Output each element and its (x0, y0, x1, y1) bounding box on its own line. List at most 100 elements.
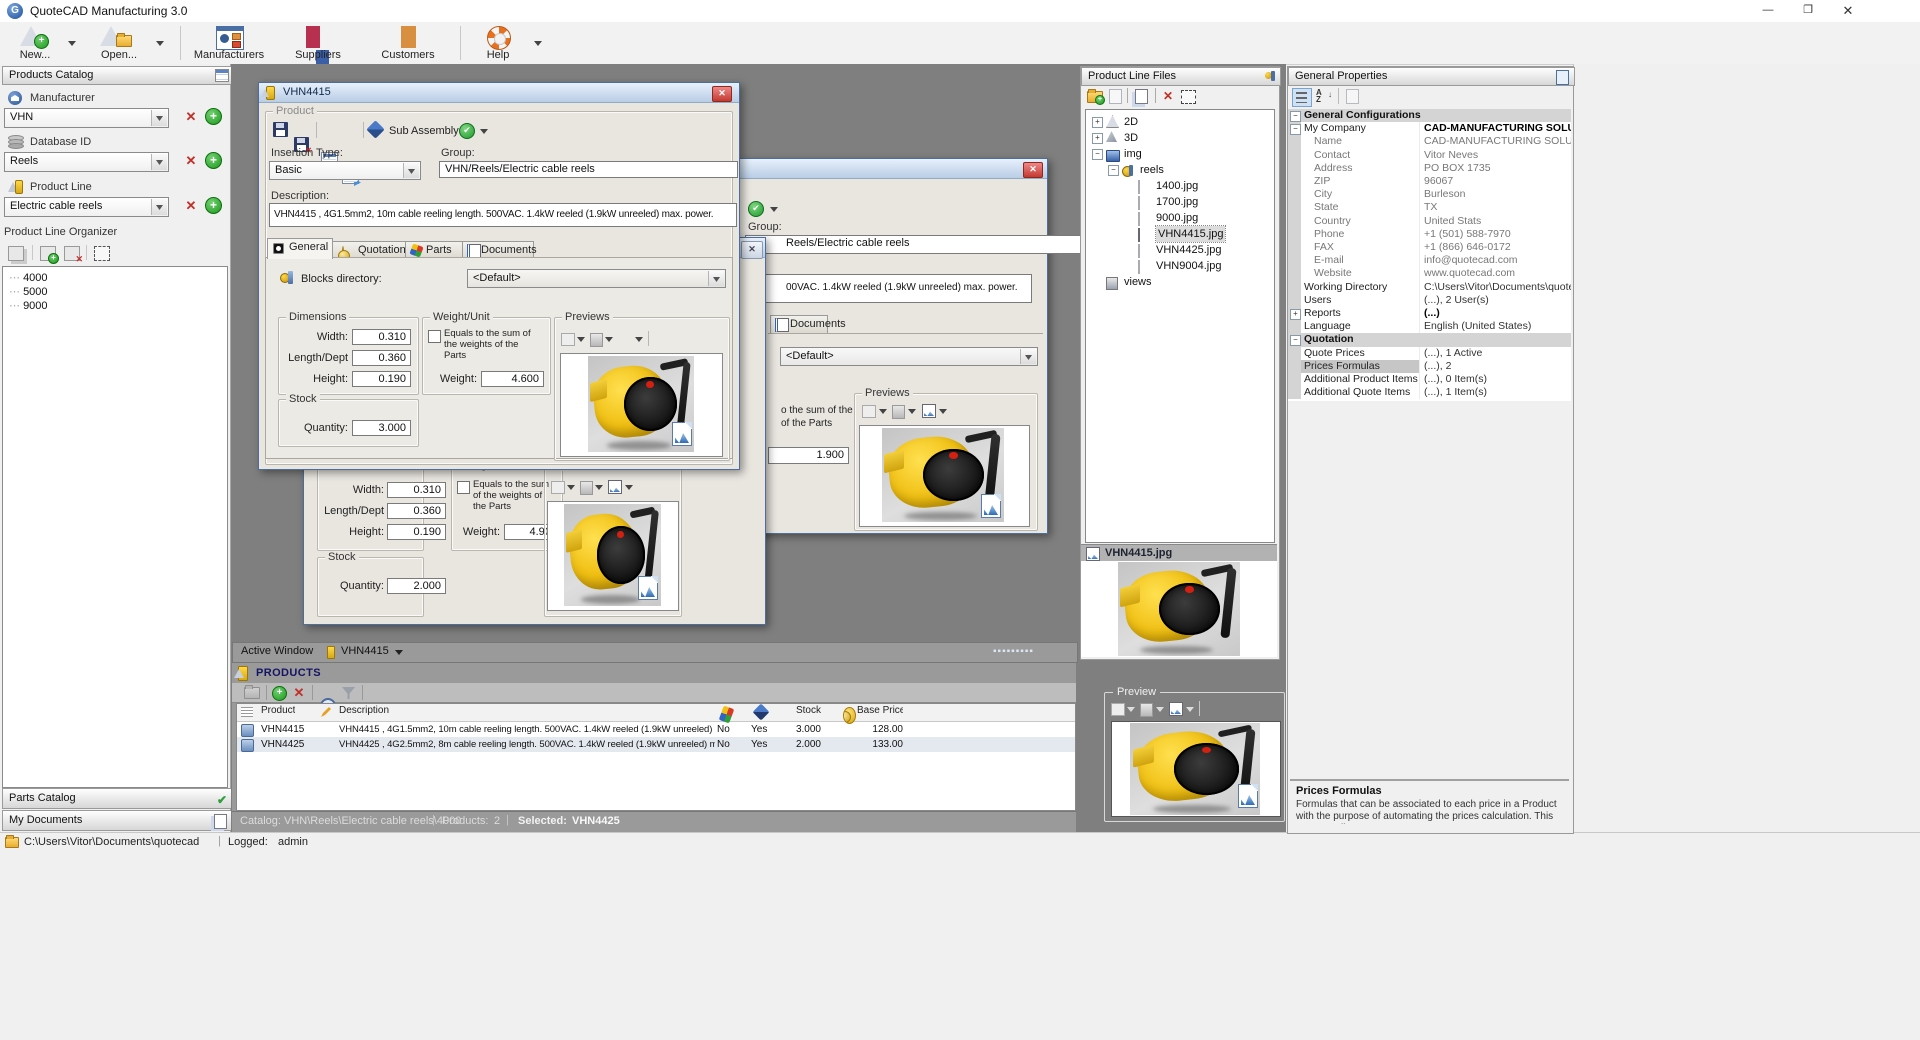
files-tree-item-2d[interactable]: +2D (1086, 114, 1272, 130)
property-grid[interactable]: −General Configurations−My CompanyCAD-MA… (1288, 109, 1571, 401)
product-row-vhn4425[interactable]: VHN4425VHN4425 , 4G2.5mm2, 8m cable reel… (237, 737, 1075, 752)
category-expand-icon[interactable]: − (1290, 335, 1301, 346)
organizer-delete-icon[interactable]: ✕ (64, 246, 80, 261)
database-delete-icon[interactable]: ✕ (183, 154, 199, 168)
add-product-icon[interactable]: + (272, 686, 287, 701)
dialog-back-blocks-select[interactable]: <Default> (780, 347, 1038, 366)
delete-product-icon[interactable]: ✕ (292, 686, 306, 699)
new-folder-icon[interactable]: + (1087, 91, 1103, 103)
filter-icon[interactable] (342, 687, 355, 699)
image-file-icon[interactable] (981, 494, 1001, 518)
blocks-directory-select[interactable]: <Default> (467, 269, 726, 288)
categorized-icon[interactable] (1292, 88, 1312, 107)
property-row-fax[interactable]: FAX+1 (866) 646-0172 (1288, 241, 1571, 254)
col-stock[interactable]: Stock (777, 705, 821, 720)
dialog-front-titlebar[interactable]: VHN4415 (259, 83, 739, 103)
organizer-tree-item[interactable]: ⋯ 5000 (9, 285, 48, 299)
description-field[interactable]: VHN4415 , 4G1.5mm2, 10m cable reeling le… (269, 203, 737, 227)
files-tree-item-9000-jpg[interactable]: 9000.jpg (1086, 210, 1272, 226)
chevron-down-icon[interactable] (395, 650, 403, 655)
preview-3d-icon[interactable] (1140, 703, 1153, 717)
chevron-down-icon[interactable] (708, 271, 724, 286)
database-select[interactable]: Reels (4, 152, 169, 172)
preview-image-icon[interactable] (608, 480, 622, 494)
organizer-tree[interactable]: ⋯ 4000⋯ 5000⋯ 9000 (2, 266, 228, 788)
parts-catalog-bar[interactable]: Parts Catalog ✔ (2, 788, 234, 809)
files-tree[interactable]: +2D+3D−img−reels1400.jpg1700.jpg9000.jpg… (1085, 109, 1275, 543)
organizer-node-icon[interactable] (8, 246, 24, 261)
property-row-address[interactable]: AddressPO BOX 1735 (1288, 162, 1571, 175)
length-field[interactable]: 0.360 (352, 350, 411, 366)
property-row-users[interactable]: Users(...), 2 User(s) (1288, 294, 1571, 307)
my-documents-bar[interactable]: My Documents (2, 810, 234, 831)
image-file-icon[interactable] (638, 576, 658, 600)
product-line-add-icon[interactable]: + (205, 197, 222, 214)
property-row-working-directory[interactable]: Working DirectoryC:\Users\Vitor\Document… (1288, 281, 1571, 294)
col-product[interactable]: Product (261, 705, 295, 720)
files-tree-item-img[interactable]: −img (1086, 146, 1272, 162)
tree-expand-icon[interactable]: + (1092, 117, 1103, 128)
dialog-back-group-field[interactable]: Reels/Electric cable reels (745, 235, 1087, 254)
property-row-additional-product-items[interactable]: Additional Product Items(...), 0 Item(s) (1288, 373, 1571, 386)
property-row-country[interactable]: CountryUnited Stats (1288, 215, 1571, 228)
property-row-language[interactable]: LanguageEnglish (United States) (1288, 320, 1571, 333)
select-icon[interactable] (1181, 90, 1196, 104)
dialog-mid-weight-checkbox[interactable] (457, 481, 470, 494)
dialog-back-description-field[interactable]: 00VAC. 1.4kW reeled (1.9kW unreeled) max… (745, 274, 1032, 303)
product-line-delete-icon[interactable]: ✕ (183, 199, 199, 213)
files-tree-item-reels[interactable]: −reels (1086, 162, 1272, 178)
new-dropdown[interactable] (64, 24, 80, 62)
minimize-button[interactable]: — (1748, 0, 1788, 21)
width-field[interactable]: 0.310 (352, 329, 411, 345)
maximize-button[interactable]: ❐ (1788, 0, 1828, 21)
files-tree-item-1400-jpg[interactable]: 1400.jpg (1086, 178, 1272, 194)
manufacturers-button[interactable]: Manufacturers (190, 24, 268, 62)
property-row-prices-formulas[interactable]: Prices Formulas(...), 2 (1288, 360, 1571, 373)
dialog-mid-width-field[interactable]: 0.310 (387, 482, 446, 498)
files-tree-item-vhn4415-jpg[interactable]: VHN4415.jpg (1086, 226, 1272, 242)
products-catalog-header[interactable]: Products Catalog (2, 66, 234, 85)
property-pages-icon[interactable] (1346, 89, 1359, 104)
chevron-down-icon[interactable] (151, 199, 167, 215)
property-row-website[interactable]: Websitewww.quotecad.com (1288, 267, 1571, 280)
preview-image-icon[interactable] (1169, 702, 1183, 716)
manufacturer-select[interactable]: VHN (4, 108, 169, 128)
insertion-type-select[interactable]: Basic (269, 161, 421, 180)
height-field[interactable]: 0.190 (352, 371, 411, 387)
files-tree-item-vhn4425-jpg[interactable]: VHN4425.jpg (1086, 242, 1272, 258)
preview-3d-icon[interactable] (580, 481, 593, 495)
tree-expand-icon[interactable]: + (1092, 133, 1103, 144)
files-tree-item-vhn9004-jpg[interactable]: VHN9004.jpg (1086, 258, 1272, 274)
preview-3d-icon[interactable] (892, 405, 905, 419)
suppliers-button[interactable]: Suppliers (284, 24, 352, 62)
dialog-back-weight-field[interactable]: 1.900 (768, 447, 849, 464)
preview-3d-icon[interactable] (590, 333, 603, 347)
col-base-price[interactable]: Base Price (857, 705, 903, 720)
files-tree-item-1700-jpg[interactable]: 1700.jpg (1086, 194, 1272, 210)
new-button[interactable]: + New... (6, 24, 64, 62)
property-row-name[interactable]: NameCAD-MANUFACTURING SOLUTION (1288, 135, 1571, 148)
delete-file-icon[interactable]: ✕ (1161, 89, 1175, 102)
product-line-files-header[interactable]: Product Line Files (1081, 67, 1281, 86)
property-row-e-mail[interactable]: E-mailinfo@quotecad.com (1288, 254, 1571, 267)
organizer-add-icon[interactable]: + (40, 246, 56, 261)
property-row-zip[interactable]: ZIP96067 (1288, 175, 1571, 188)
property-row-state[interactable]: StateTX (1288, 201, 1571, 214)
preview-2d-icon[interactable] (862, 405, 876, 418)
property-row-my-company[interactable]: −My CompanyCAD-MANUFACTURING SOLUT (1288, 122, 1571, 135)
files-tree-item-views[interactable]: views (1086, 274, 1272, 290)
help-dropdown[interactable] (530, 24, 546, 62)
weight-checkbox[interactable] (428, 330, 441, 343)
col-parts-icon[interactable] (719, 706, 734, 724)
database-add-icon[interactable]: + (205, 152, 222, 169)
group-field[interactable]: VHN/Reels/Electric cable reels (439, 161, 738, 178)
dialog-mid-height-field[interactable]: 0.190 (387, 524, 446, 540)
close-button[interactable]: ✕ (1828, 0, 1868, 21)
active-window-value[interactable]: VHN4415 (341, 645, 389, 657)
chevron-down-icon[interactable] (770, 207, 778, 212)
customers-button[interactable]: Customers (372, 24, 444, 62)
col-description[interactable]: Description (339, 705, 389, 720)
open-button[interactable]: Open... (88, 24, 150, 62)
col-subassembly-icon[interactable] (753, 704, 770, 721)
save-icon[interactable] (273, 122, 288, 137)
